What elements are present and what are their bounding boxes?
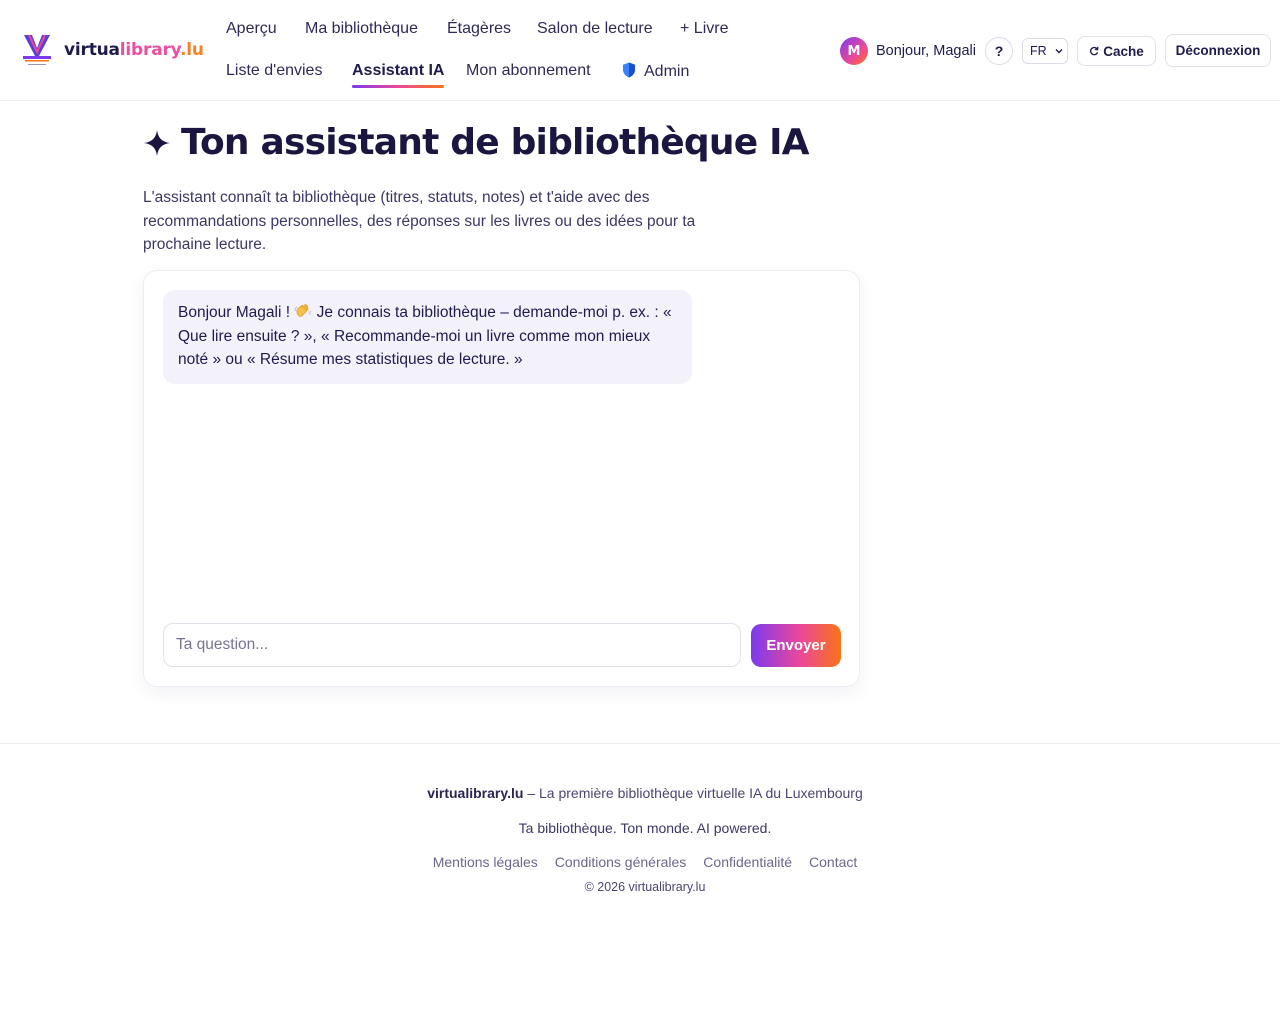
sparkle-icon	[144, 129, 170, 156]
brand-name: virtualibrary.lu	[64, 40, 204, 60]
language-select[interactable]: FR	[1022, 38, 1068, 64]
message-text-start: Bonjour Magali !	[178, 304, 291, 321]
nav-item-assistant-ia[interactable]: Assistant IA	[352, 62, 445, 88]
send-button[interactable]: Envoyer	[751, 624, 841, 667]
shield-icon	[623, 62, 635, 78]
waving-hand-icon	[294, 304, 312, 317]
question-input[interactable]	[163, 623, 741, 667]
language-value: FR	[1030, 44, 1047, 58]
nav-item-admin[interactable]: Admin	[622, 62, 689, 81]
brand-name-part-1: virtua	[64, 40, 120, 60]
avatar[interactable]: M	[840, 37, 868, 65]
nav-item-add-book[interactable]: + Livre	[680, 20, 728, 38]
nav-item-apercu[interactable]: Aperçu	[226, 20, 277, 38]
footer-link-conditions-generales[interactable]: Conditions générales	[555, 854, 687, 870]
logout-button[interactable]: Déconnexion	[1165, 34, 1271, 67]
main-nav: Aperçu Ma bibliothèque Étagères Salon de…	[226, 0, 786, 100]
site-footer: virtualibrary.lu – La première bibliothè…	[0, 743, 1280, 1026]
brand-name-part-3: .lu	[179, 40, 204, 60]
greeting-text: Bonjour, Magali	[876, 43, 976, 59]
brand-name-part-2: library	[119, 40, 180, 60]
footer-links: Mentions légales Conditions générales Co…	[0, 854, 1280, 870]
site-logo[interactable]: virtualibrary.lu	[20, 32, 204, 68]
footer-tagline: – La première bibliothèque virtuelle IA …	[523, 785, 863, 801]
footer-copyright: © 2026 virtualibrary.lu	[584, 880, 706, 894]
nav-item-mon-abonnement[interactable]: Mon abonnement	[466, 62, 591, 80]
footer-link-mentions-legales[interactable]: Mentions légales	[433, 854, 538, 870]
nav-item-liste-envies[interactable]: Liste d'envies	[226, 62, 322, 80]
help-button[interactable]: ?	[985, 37, 1013, 65]
assistant-message: Bonjour Magali ! Je connais ta bibliothè…	[163, 290, 692, 384]
footer-link-confidentialite[interactable]: Confidentialité	[703, 854, 792, 870]
footer-brand-line: virtualibrary.lu – La première bibliothè…	[0, 785, 1280, 801]
nav-item-salon-de-lecture[interactable]: Salon de lecture	[537, 20, 653, 38]
chevron-down-icon	[1055, 49, 1063, 54]
footer-slogan: Ta bibliothèque. Ton monde. AI powered.	[518, 820, 772, 836]
nav-item-etageres[interactable]: Étagères	[447, 20, 511, 38]
cache-button[interactable]: Cache	[1077, 36, 1156, 66]
user-greeting: M Bonjour, Magali	[840, 37, 976, 65]
page-title-text: Ton assistant de bibliothèque IA	[181, 122, 810, 163]
site-header: virtualibrary.lu Aperçu Ma bibliothèque …	[0, 0, 1280, 101]
intro-text: L'assistant connaît ta bibliothèque (tit…	[143, 189, 696, 253]
page-title: Ton assistant de bibliothèque IA	[143, 122, 810, 163]
nav-item-ma-bibliotheque[interactable]: Ma bibliothèque	[305, 20, 418, 38]
question-input-wrapper	[163, 623, 741, 667]
footer-brand: virtualibrary.lu	[427, 785, 524, 801]
cache-button-label: Cache	[1103, 43, 1144, 59]
logo-icon	[23, 34, 51, 65]
nav-item-admin-label: Admin	[644, 63, 690, 80]
chat-panel: Bonjour Magali ! Je connais ta bibliothè…	[143, 270, 860, 687]
refresh-icon	[1090, 46, 1099, 56]
footer-link-contact[interactable]: Contact	[809, 854, 857, 870]
